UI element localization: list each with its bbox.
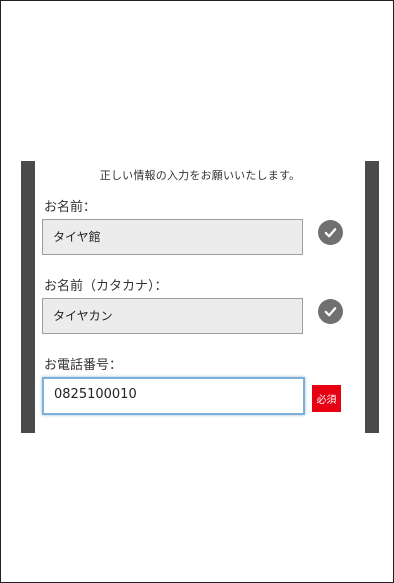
- intro-text: 正しい情報の入力をお願いいたします。: [99, 169, 301, 182]
- contact-form: 正しい情報の入力をお願いいたします。 お名前： タイヤ館 お名前（カタカナ）： …: [35, 161, 365, 433]
- name-check-icon: [318, 220, 343, 245]
- name-field[interactable]: タイヤ館: [42, 219, 303, 255]
- required-badge: 必須: [312, 385, 341, 412]
- phone-field[interactable]: 0825100010: [42, 377, 305, 415]
- name-label: お名前：: [44, 200, 97, 215]
- name-kana-label: お名前（カタカナ）：: [44, 279, 168, 294]
- screen-frame: 正しい情報の入力をお願いいたします。 お名前： タイヤ館 お名前（カタカナ）： …: [0, 0, 394, 583]
- name-kana-field[interactable]: タイヤカン: [42, 298, 303, 334]
- phone-label: お電話番号：: [44, 358, 123, 373]
- name-kana-check-icon: [318, 299, 343, 324]
